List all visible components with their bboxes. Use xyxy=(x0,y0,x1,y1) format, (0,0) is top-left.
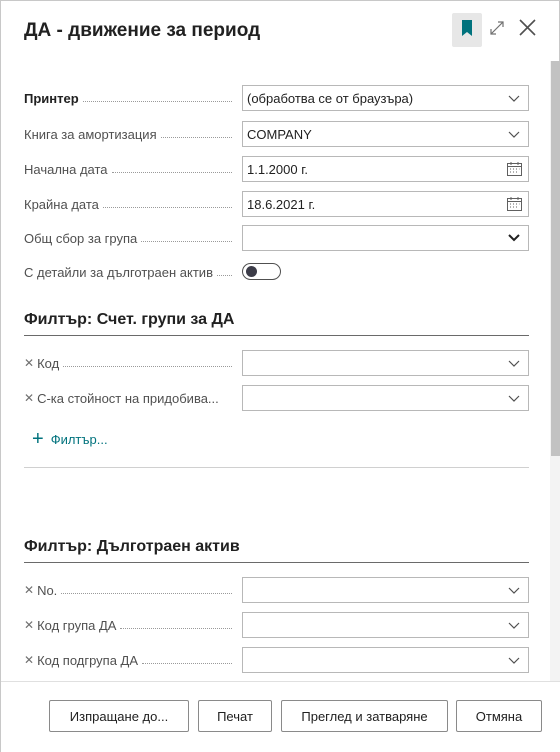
scrollbar[interactable] xyxy=(550,61,560,681)
bookmark-icon xyxy=(461,19,473,41)
filter-acquisition-label: ✕ С-ка стойност на придобива... xyxy=(24,390,219,406)
expand-icon xyxy=(489,20,505,41)
filter-subclass-code-label: ✕ Код подгрупа ДА xyxy=(24,647,234,673)
section-divider xyxy=(24,467,529,468)
filter-assets-title: Филтър: Дълготраен актив xyxy=(24,538,529,563)
printer-label: Принтер xyxy=(24,85,234,111)
depreciation-book-select[interactable]: COMPANY xyxy=(242,121,529,147)
calendar-icon[interactable] xyxy=(500,157,528,181)
remove-filter-icon[interactable]: ✕ xyxy=(24,391,34,405)
scrollbar-thumb[interactable] xyxy=(551,61,560,456)
chevron-down-icon xyxy=(500,578,528,602)
group-totals-select[interactable] xyxy=(242,225,529,251)
chevron-down-icon xyxy=(500,613,528,637)
filter-acquisition-row: ✕ С-ка стойност на придобива... xyxy=(24,385,529,411)
dialog-footer: Изпращане до... Печат Преглед и затварян… xyxy=(1,681,560,752)
filter-code-row: ✕ Код xyxy=(24,350,529,376)
remove-filter-icon[interactable]: ✕ xyxy=(24,583,34,597)
dialog-content: Принтер (обработва се от браузъра) Книга… xyxy=(1,61,549,681)
end-date-field[interactable]: 18.6.2021 г. xyxy=(242,191,529,217)
asset-details-row: С детайли за дълготраен актив xyxy=(24,259,529,285)
asset-details-label: С детайли за дълготраен актив xyxy=(24,259,234,285)
chevron-down-icon xyxy=(500,122,528,146)
printer-value: (обработва се от браузъра) xyxy=(247,90,414,106)
remove-filter-icon[interactable]: ✕ xyxy=(24,356,34,370)
filter-subclass-code-select[interactable] xyxy=(242,647,529,673)
cancel-button[interactable]: Отмяна xyxy=(456,700,542,732)
filter-no-row: ✕ No. xyxy=(24,577,529,603)
end-date-label: Крайна дата xyxy=(24,191,234,217)
preview-close-button[interactable]: Преглед и затваряне xyxy=(281,700,448,732)
filter-no-select[interactable] xyxy=(242,577,529,603)
toggle-knob xyxy=(246,266,257,277)
filter-class-code-label: ✕ Код група ДА xyxy=(24,612,234,638)
start-date-field[interactable]: 1.1.2000 г. xyxy=(242,156,529,182)
printer-row: Принтер (обработва се от браузъра) xyxy=(24,85,529,111)
dialog-title: ДА - движение за период xyxy=(24,20,261,41)
add-filter-label: Филтър... xyxy=(50,431,108,447)
expand-button[interactable] xyxy=(482,13,512,47)
start-date-label: Начална дата xyxy=(24,156,234,182)
chevron-down-icon xyxy=(500,386,528,410)
plus-icon: + xyxy=(32,428,44,450)
filter-subclass-code-row: ✕ Код подгрупа ДА xyxy=(24,647,529,673)
filter-code-label: ✕ Код xyxy=(24,350,234,376)
close-button[interactable] xyxy=(512,13,542,47)
chevron-down-icon xyxy=(500,648,528,672)
filter-class-code-select[interactable] xyxy=(242,612,529,638)
chevron-down-icon xyxy=(500,351,528,375)
filter-code-select[interactable] xyxy=(242,350,529,376)
depreciation-book-label: Книга за амортизация xyxy=(24,121,234,147)
calendar-icon[interactable] xyxy=(500,192,528,216)
chevron-down-icon xyxy=(500,86,528,110)
remove-filter-icon[interactable]: ✕ xyxy=(24,618,34,632)
end-date-value: 18.6.2021 г. xyxy=(247,196,316,212)
remove-filter-icon[interactable]: ✕ xyxy=(24,653,34,667)
start-date-value: 1.1.2000 г. xyxy=(247,161,308,177)
start-date-row: Начална дата 1.1.2000 г. xyxy=(24,156,529,182)
dialog-header: ДА - движение за период xyxy=(1,1,560,61)
print-button[interactable]: Печат xyxy=(198,700,272,732)
depreciation-book-row: Книга за амортизация COMPANY xyxy=(24,121,529,147)
close-icon xyxy=(518,19,536,41)
group-totals-label: Общ сбор за група xyxy=(24,225,234,251)
filter-class-code-row: ✕ Код група ДА xyxy=(24,612,529,638)
group-totals-row: Общ сбор за група xyxy=(24,225,529,251)
printer-select[interactable]: (обработва се от браузъра) xyxy=(242,85,529,111)
report-request-dialog: ДА - движение за период Принтер (обработ… xyxy=(0,0,560,752)
asset-details-toggle[interactable] xyxy=(242,263,281,280)
add-filter-link[interactable]: + Филтър... xyxy=(32,429,108,449)
filter-acquisition-select[interactable] xyxy=(242,385,529,411)
end-date-row: Крайна дата 18.6.2021 г. xyxy=(24,191,529,217)
filter-groups-title: Филтър: Счет. групи за ДА xyxy=(24,311,529,336)
chevron-down-icon xyxy=(500,226,528,250)
send-to-button[interactable]: Изпращане до... xyxy=(49,700,189,732)
depreciation-book-value: COMPANY xyxy=(247,126,312,142)
filter-no-label: ✕ No. xyxy=(24,577,234,603)
bookmark-button[interactable] xyxy=(452,13,482,47)
